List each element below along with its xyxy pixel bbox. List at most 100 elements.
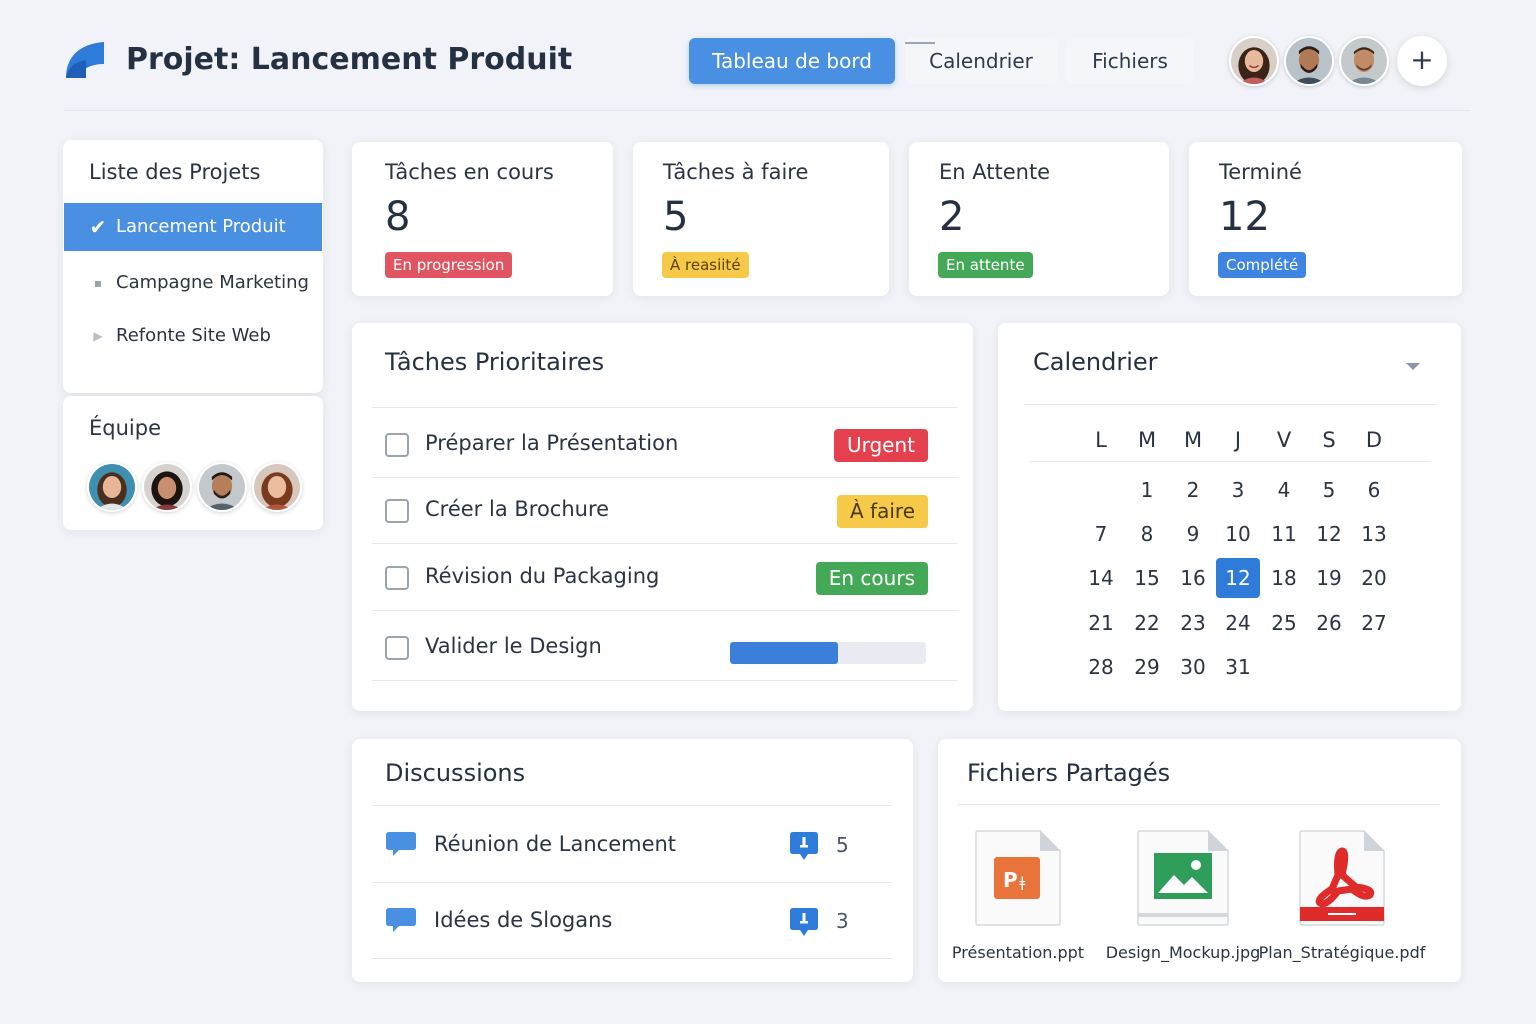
- file-item-image[interactable]: Design_Mockup.jpg: [1106, 829, 1260, 962]
- sidebar-projects: Liste des Projets ✔ Lancement Produit ▪ …: [63, 140, 323, 393]
- sidebar-item-label: Lancement Produit: [116, 216, 286, 237]
- tab-indicator: [905, 42, 935, 44]
- status-badge: À reasiité: [662, 252, 749, 278]
- divider: [1024, 404, 1436, 405]
- calendar-day[interactable]: 21: [1079, 603, 1123, 643]
- sidebar-item-campagne-marketing[interactable]: ▪ Campagne Marketing: [64, 259, 322, 307]
- avatar[interactable]: [1284, 36, 1334, 86]
- calendar-day[interactable]: 15: [1125, 558, 1169, 598]
- check-icon: ✔: [89, 215, 107, 239]
- calendar-card: Calendrier LMMJVSD 1 2 3 4 5 6 7 8 9 10 11 12 13 14 15…: [998, 323, 1461, 711]
- avatar[interactable]: [252, 462, 302, 512]
- calendar-day[interactable]: 8: [1125, 514, 1169, 554]
- divider: [372, 958, 892, 959]
- priority-badge: À faire: [837, 495, 928, 528]
- sidebar-item-lancement-produit[interactable]: ✔ Lancement Produit: [64, 203, 322, 251]
- calendar-day[interactable]: 6: [1352, 470, 1396, 510]
- avatar[interactable]: [142, 462, 192, 512]
- calendar-day[interactable]: 30: [1171, 647, 1215, 687]
- file-item-pdf[interactable]: Plan_Stratégique.pdf: [1259, 829, 1425, 962]
- task-label: Préparer la Présentation: [425, 431, 679, 455]
- stat-card-pending[interactable]: En Attente 2 En attente: [909, 142, 1169, 296]
- header-divider: [64, 110, 1470, 111]
- tab-files[interactable]: Fichiers: [1067, 38, 1193, 84]
- calendar-day[interactable]: 10: [1216, 514, 1260, 554]
- calendar-day[interactable]: 4: [1262, 470, 1306, 510]
- calendar-day[interactable]: 29: [1125, 647, 1169, 687]
- svg-text:P: P: [1003, 868, 1018, 892]
- calendar-weekday: D: [1365, 428, 1383, 452]
- stat-card-done[interactable]: Terminé 12 Complété: [1189, 142, 1462, 296]
- status-badge: En progression: [385, 252, 513, 278]
- avatar[interactable]: [87, 462, 137, 512]
- divider: [1030, 461, 1430, 462]
- stat-value: 2: [939, 194, 965, 240]
- calendar-title: Calendrier: [1033, 348, 1158, 376]
- calendar-day[interactable]: 25: [1262, 603, 1306, 643]
- task-checkbox[interactable]: [385, 566, 409, 590]
- calendar-day[interactable]: 1: [1125, 470, 1169, 510]
- task-row[interactable]: Préparer la Présentation Urgent: [385, 425, 940, 465]
- tab-dashboard[interactable]: Tableau de bord: [689, 38, 895, 84]
- task-row[interactable]: Créer la Brochure À faire: [385, 491, 940, 531]
- tab-calendar-label: Calendrier: [929, 49, 1033, 73]
- calendar-weekday: M: [1183, 428, 1203, 452]
- file-item-ppt[interactable]: P ǂ Présentation.ppt: [952, 829, 1084, 962]
- stat-title: Tâches à faire: [663, 160, 809, 184]
- calendar-day[interactable]: 14: [1079, 558, 1123, 598]
- page-title: Projet: Lancement Produit: [126, 42, 573, 77]
- task-label: Créer la Brochure: [425, 497, 610, 521]
- calendar-day[interactable]: 28: [1079, 647, 1123, 687]
- add-member-button[interactable]: +: [1397, 36, 1447, 86]
- calendar-day[interactable]: 20: [1352, 558, 1396, 598]
- task-checkbox[interactable]: [385, 636, 409, 660]
- task-row[interactable]: Valider le Design: [385, 628, 940, 668]
- tab-calendar[interactable]: Calendrier: [905, 38, 1057, 84]
- calendar-day[interactable]: 26: [1307, 603, 1351, 643]
- discussion-item[interactable]: Réunion de Lancement 5: [385, 824, 875, 868]
- stat-value: 8: [385, 194, 411, 240]
- calendar-day[interactable]: 18: [1262, 558, 1306, 598]
- calendar-day[interactable]: 31: [1216, 647, 1260, 687]
- shared-files-title: Fichiers Partagés: [967, 759, 1171, 787]
- stat-value: 5: [663, 194, 689, 240]
- stat-title: Tâches en cours: [385, 160, 554, 184]
- stat-card-todo[interactable]: Tâches à faire 5 À reasiité: [633, 142, 889, 296]
- task-progress-fill: [730, 642, 838, 664]
- calendar-day[interactable]: 7: [1079, 514, 1123, 554]
- calendar-day[interactable]: 11: [1262, 514, 1306, 554]
- discussion-item[interactable]: Idées de Slogans 3: [385, 900, 875, 944]
- calendar-day[interactable]: 16: [1171, 558, 1215, 598]
- calendar-day[interactable]: 19: [1307, 558, 1351, 598]
- calendar-day[interactable]: 5: [1307, 470, 1351, 510]
- avatar[interactable]: [1339, 36, 1389, 86]
- status-badge: Complété: [1218, 252, 1307, 278]
- calendar-day[interactable]: 23: [1171, 603, 1215, 643]
- chevron-down-icon[interactable]: [1403, 359, 1423, 373]
- calendar-day-selected[interactable]: 12: [1216, 558, 1260, 598]
- calendar-day[interactable]: 9: [1171, 514, 1215, 554]
- task-checkbox[interactable]: [385, 499, 409, 523]
- calendar-day[interactable]: 3: [1216, 470, 1260, 510]
- triangle-right-icon: ▶: [93, 329, 103, 343]
- divider: [958, 804, 1440, 805]
- calendar-day[interactable]: 12: [1307, 514, 1351, 554]
- stat-card-in-progress[interactable]: Tâches en cours 8 En progression: [352, 142, 613, 296]
- calendar-day[interactable]: 27: [1352, 603, 1396, 643]
- discussion-count: 5: [836, 833, 849, 857]
- avatar[interactable]: [197, 462, 247, 512]
- divider: [372, 882, 892, 883]
- calendar-day[interactable]: 22: [1125, 603, 1169, 643]
- calendar-day[interactable]: 13: [1352, 514, 1396, 554]
- calendar-day[interactable]: 2: [1171, 470, 1215, 510]
- divider: [372, 610, 958, 611]
- task-row[interactable]: Révision du Packaging En cours: [385, 558, 940, 598]
- task-checkbox[interactable]: [385, 433, 409, 457]
- calendar-weekday: J: [1234, 428, 1242, 452]
- stat-title: En Attente: [939, 160, 1051, 184]
- chat-bubble-icon: [386, 832, 416, 856]
- calendar-day[interactable]: 24: [1216, 603, 1260, 643]
- discussions-card: Discussions Réunion de Lancement 5 Idées…: [352, 739, 913, 982]
- avatar[interactable]: [1229, 36, 1279, 86]
- sidebar-item-refonte-site-web[interactable]: ▶ Refonte Site Web: [64, 312, 322, 360]
